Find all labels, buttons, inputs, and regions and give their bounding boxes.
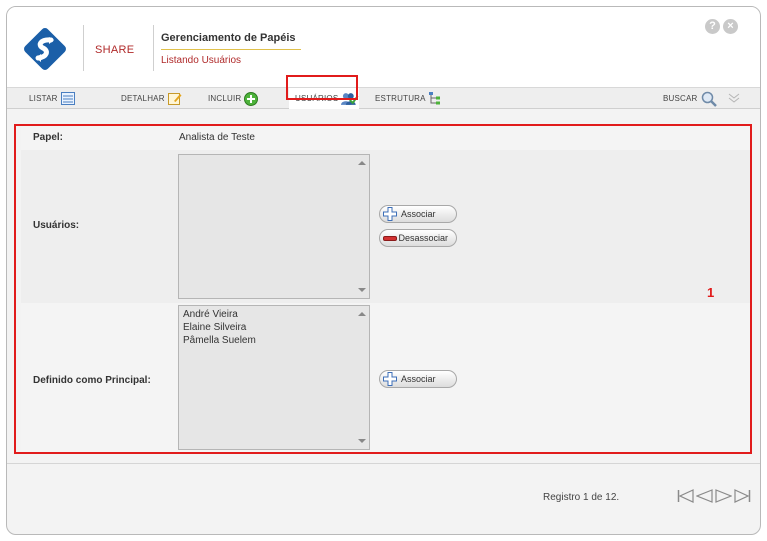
page-subtitle: Listando Usuários [161,55,242,66]
form-panel: Papel: Analista de Teste Usuários: Assoc… [21,125,752,453]
tab-estrutura[interactable]: ESTRUTURA [375,88,441,109]
scroll-up-icon[interactable] [358,161,366,165]
next-page-icon[interactable] [715,489,732,503]
last-page-icon[interactable] [734,489,751,503]
principal-row: Definido como Principal: André Vieira El… [21,303,752,453]
app-window: SHARE Gerenciamento de Papéis Listando U… [6,6,761,535]
search-button[interactable]: BUSCAR [663,88,717,109]
help-icon[interactable]: ? [705,19,720,34]
logo-icon [24,28,66,70]
detail-icon [167,93,182,105]
pagination [677,489,751,503]
tab-incluir-label: INCLUIR [208,94,242,103]
prev-page-icon[interactable] [696,489,713,503]
associar-button[interactable]: Associar [379,205,457,223]
principal-label: Definido como Principal: [33,375,151,386]
scroll-up-icon[interactable] [358,312,366,316]
first-page-icon[interactable] [677,489,694,503]
list-item[interactable]: Pâmella Suelem [183,334,365,347]
scrollbar[interactable] [355,155,369,298]
papel-value: Analista de Teste [179,132,255,143]
header-divider [153,25,154,71]
usuarios-listbox[interactable] [178,154,370,299]
desassociar-button[interactable]: Desassociar [379,229,457,247]
tree-icon [428,92,440,105]
usuarios-label: Usuários: [33,220,80,231]
footer-divider [7,463,760,464]
list-item[interactable]: Elaine Silveira [183,321,365,334]
scrollbar[interactable] [355,306,369,449]
search-label: BUSCAR [663,94,698,103]
desassociar-label: Desassociar [398,233,448,243]
usuarios-tab-highlight [286,75,358,100]
scroll-down-icon[interactable] [358,288,366,292]
brand-name: SHARE [95,44,135,56]
associar-principal-button[interactable]: Associar [379,370,457,388]
close-icon[interactable]: × [723,19,738,34]
papel-row: Papel: Analista de Teste [21,125,752,150]
usuarios-row: Usuários: Associar Desassociar [21,150,752,303]
toolbar: LISTAR DETALHAR INCLUIR USUÁRIOS ESTRUTU… [7,87,760,109]
plus-icon [383,207,397,221]
papel-label: Papel: [33,132,64,143]
title-underline [161,49,301,50]
tab-incluir[interactable]: INCLUIR [208,88,259,109]
principal-listbox[interactable]: André Vieira Elaine Silveira Pâmella Sue… [178,305,370,450]
header-divider [83,25,84,71]
tab-listar[interactable]: LISTAR [29,88,75,109]
search-icon [701,91,717,107]
minus-icon [383,235,398,241]
tab-estrutura-label: ESTRUTURA [375,94,426,103]
add-icon [244,91,259,106]
associar-principal-label: Associar [401,374,436,384]
scroll-down-icon[interactable] [358,439,366,443]
associar-label: Associar [401,209,436,219]
header: SHARE Gerenciamento de Papéis Listando U… [7,7,760,87]
list-icon [60,92,75,105]
tab-detalhar-label: DETALHAR [121,94,165,103]
record-count: Registro 1 de 12. [543,492,620,503]
annotation-number: 1 [707,285,715,300]
tab-listar-label: LISTAR [29,94,58,103]
list-item[interactable]: André Vieira [183,308,365,321]
plus-icon [383,372,397,386]
page-title: Gerenciamento de Papéis [161,32,296,44]
tab-detalhar[interactable]: DETALHAR [121,88,182,109]
chevron-down-icon[interactable] [728,93,740,103]
